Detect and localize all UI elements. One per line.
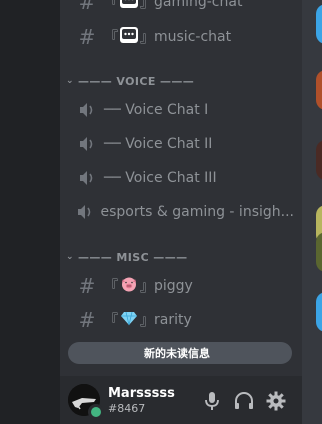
channel-suffix: 』 bbox=[140, 313, 154, 329]
avatar[interactable] bbox=[316, 140, 322, 180]
category-voice[interactable]: ⌄ ——— VOICE ——— bbox=[64, 71, 298, 91]
channel-gaming-chat[interactable]: # 『 』 gaming-chat bbox=[68, 0, 294, 18]
text-channel-icon: # bbox=[78, 25, 96, 49]
category-label: ——— VOICE ——— bbox=[78, 74, 195, 88]
deafen-button[interactable] bbox=[233, 390, 255, 412]
gem-stone-icon bbox=[120, 310, 138, 330]
speaker-icon bbox=[76, 170, 98, 186]
channel-piggy[interactable]: # 『 』 piggy bbox=[68, 270, 294, 302]
speaker-icon bbox=[76, 136, 98, 152]
channel-name: rarity bbox=[154, 312, 192, 328]
text-channel-icon: # bbox=[78, 274, 96, 298]
channel-prefix: 『 bbox=[104, 279, 118, 295]
channel-name: piggy bbox=[154, 278, 193, 294]
avatar[interactable] bbox=[316, 70, 322, 110]
avatar[interactable] bbox=[316, 292, 322, 332]
server-rail bbox=[0, 0, 60, 424]
channel-name: esports & gaming - insigh... bbox=[100, 204, 294, 220]
channel-suffix: 』 bbox=[140, 30, 154, 46]
channel-rarity[interactable]: # 『 』 rarity bbox=[68, 304, 294, 336]
channel-suffix: 』 bbox=[140, 0, 154, 11]
voice-channel-1[interactable]: ── Voice Chat I bbox=[68, 94, 294, 126]
headphones-icon bbox=[235, 392, 253, 409]
gear-icon bbox=[266, 391, 286, 411]
chevron-down-icon: ⌄ bbox=[66, 76, 74, 86]
unread-banner-label: 新的未读信息 bbox=[144, 347, 210, 360]
channel-name: music-chat bbox=[154, 29, 232, 45]
channel-prefix: 『 bbox=[104, 0, 118, 11]
channel-suffix: 』 bbox=[140, 279, 154, 295]
voice-channel-2[interactable]: ── Voice Chat II bbox=[68, 128, 294, 160]
category-misc[interactable]: ⌄ ——— MISC ——— bbox=[64, 247, 298, 267]
avatar[interactable] bbox=[316, 232, 322, 272]
channel-music-chat[interactable]: # 『 』 music-chat bbox=[68, 21, 294, 53]
user-settings-button[interactable] bbox=[265, 390, 287, 412]
channel-name: gaming-chat bbox=[154, 0, 243, 10]
microphone-icon bbox=[205, 392, 219, 410]
member-list-edge bbox=[302, 0, 322, 424]
text-channel-icon: # bbox=[78, 308, 96, 332]
channel-prefix: 『 bbox=[104, 30, 118, 46]
channel-prefix: 『 bbox=[104, 313, 118, 329]
speaker-icon bbox=[76, 204, 95, 220]
username: Marsssss bbox=[108, 386, 175, 401]
mute-microphone-button[interactable] bbox=[201, 390, 223, 412]
channel-name: ── Voice Chat I bbox=[104, 102, 209, 118]
channel-name: ── Voice Chat III bbox=[104, 170, 217, 186]
speech-balloon-icon bbox=[120, 0, 138, 12]
category-label: ——— MISC ——— bbox=[78, 250, 188, 264]
chevron-down-icon: ⌄ bbox=[66, 252, 74, 262]
pig-face-icon bbox=[120, 276, 138, 296]
user-discriminator: #8467 bbox=[108, 402, 146, 415]
text-channel-icon: # bbox=[78, 0, 96, 14]
user-panel: Marsssss #8467 bbox=[60, 376, 302, 424]
channel-list: # 『 』 gaming-chat # 『 』 music-chat ⌄ ———… bbox=[60, 0, 302, 376]
voice-channel-4[interactable]: esports & gaming - insigh... bbox=[68, 196, 294, 228]
channel-name: ── Voice Chat II bbox=[104, 136, 213, 152]
avatar[interactable] bbox=[316, 4, 322, 44]
voice-channel-3[interactable]: ── Voice Chat III bbox=[68, 162, 294, 194]
online-status-indicator bbox=[88, 404, 104, 420]
speech-balloon-icon bbox=[120, 27, 138, 47]
speaker-icon bbox=[76, 102, 98, 118]
new-unread-messages-banner[interactable]: 新的未读信息 bbox=[68, 342, 292, 364]
